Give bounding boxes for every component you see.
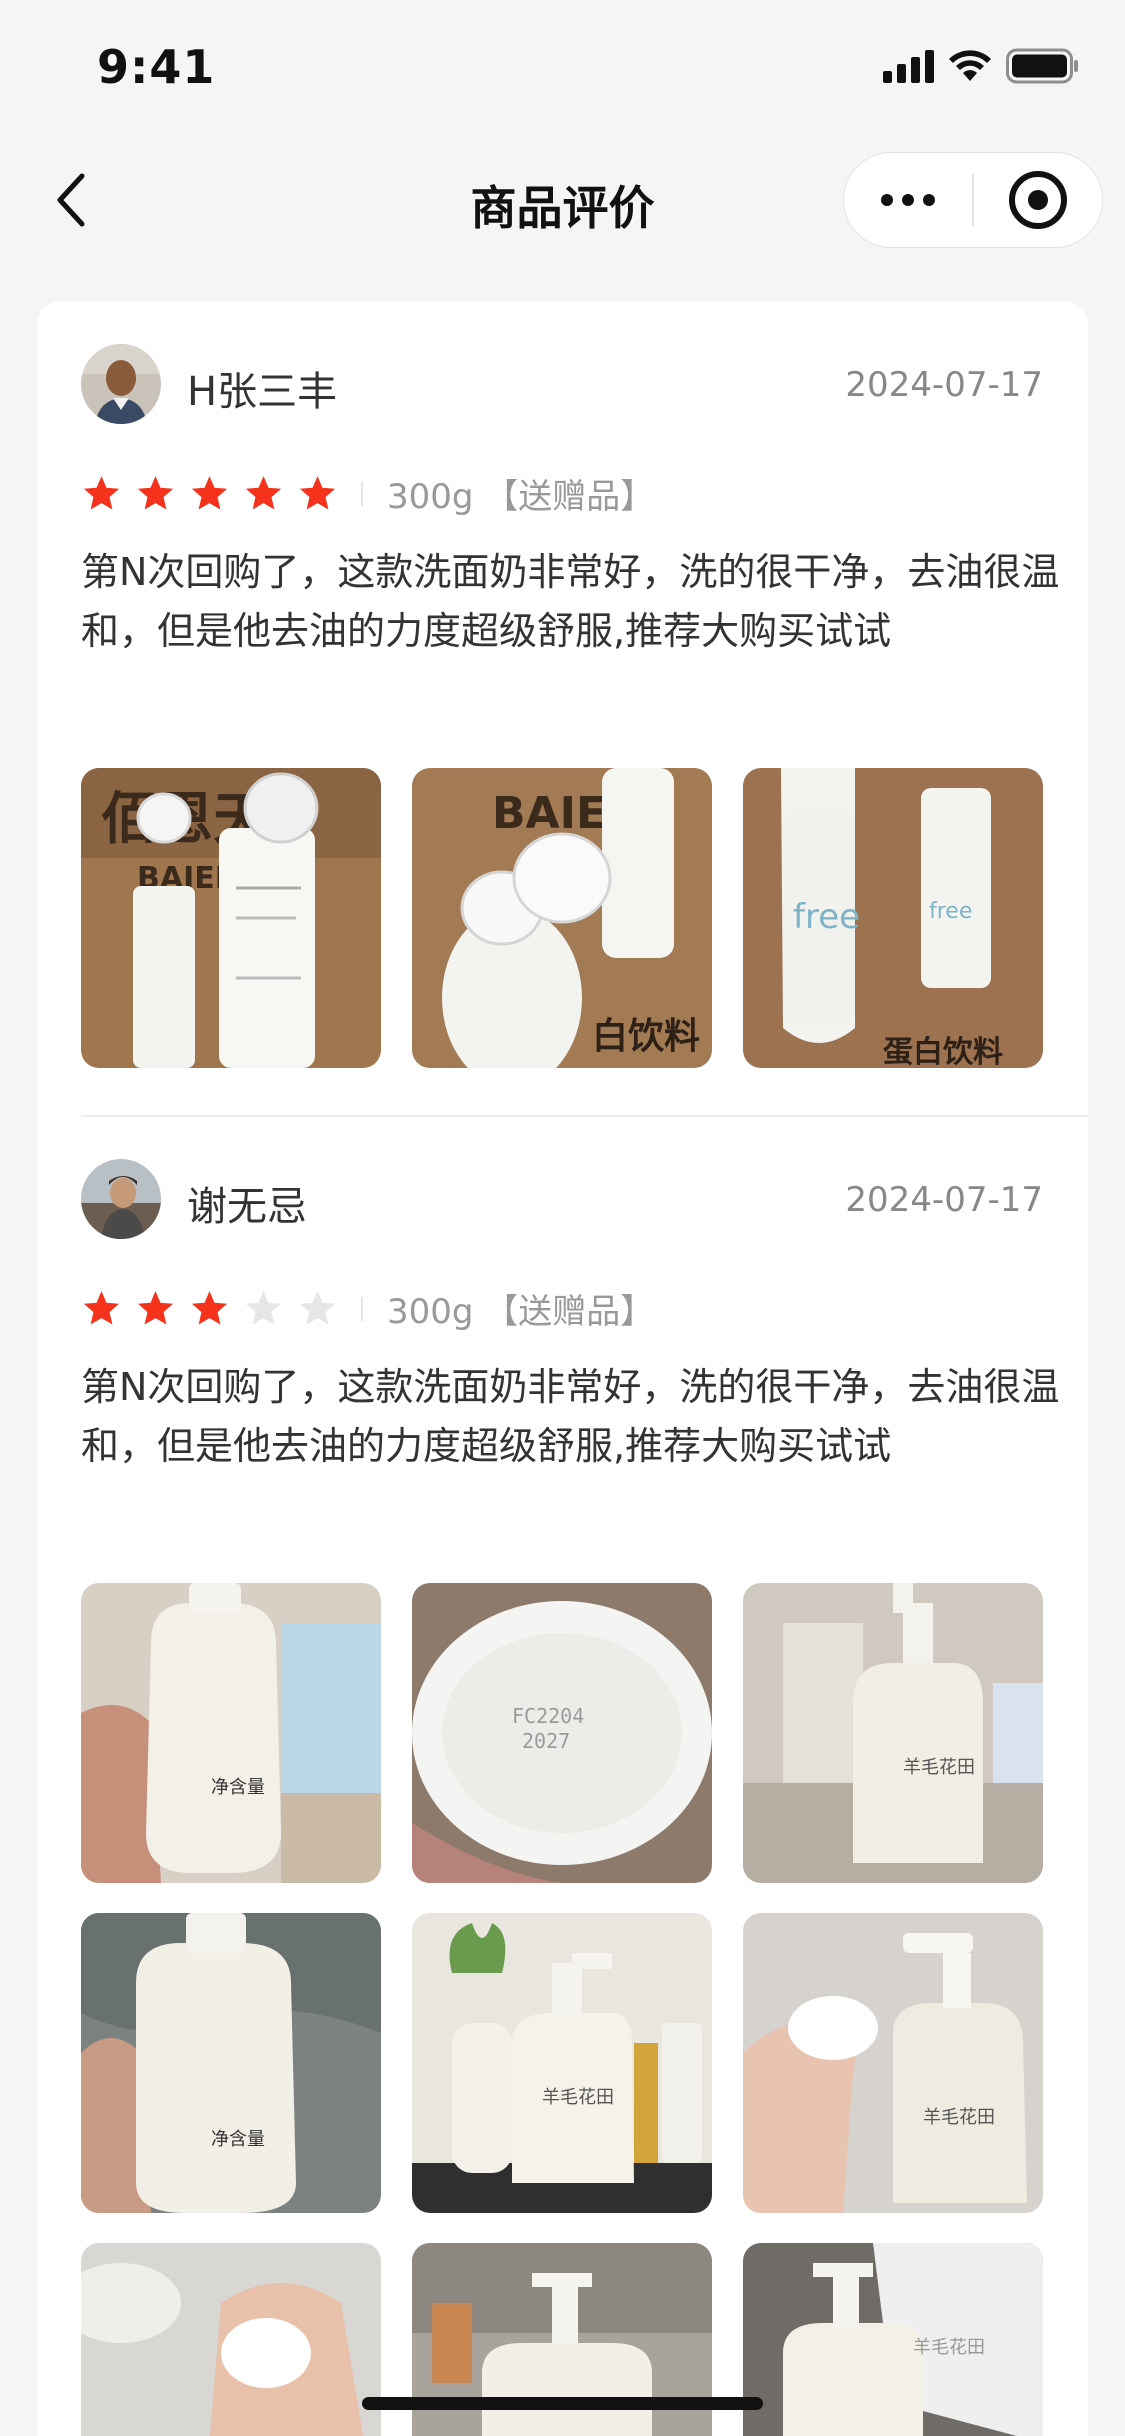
avatar — [81, 1159, 161, 1239]
review-date: 2024-07-17 — [845, 1180, 1043, 1220]
signal-icon — [883, 49, 934, 83]
mini-program-capsule — [843, 152, 1103, 248]
star-rating — [81, 1288, 338, 1329]
star-rating — [81, 473, 338, 514]
star-filled-icon — [191, 476, 228, 510]
more-dots-icon — [881, 194, 893, 206]
user-name: 谢无忌 — [187, 1184, 307, 1230]
review-text: 第N次回购了，这款洗面奶非常好，洗的很干净，去油很温和，但是他去油的力度超级舒服… — [81, 1365, 1060, 1468]
svg-text:羊毛花田: 羊毛花田 — [923, 2107, 995, 2128]
review-separator — [81, 1115, 1088, 1117]
svg-text:FC2204: FC2204 — [512, 1704, 584, 1728]
nav-bar: 商品评价 — [0, 140, 1125, 260]
svg-text:羊毛花田: 羊毛花田 — [913, 2337, 985, 2358]
review-date: 2024-07-17 — [845, 365, 1043, 405]
product-spec: 300g 【送赠品】 — [387, 477, 655, 517]
spec-divider — [361, 1297, 363, 1321]
more-button[interactable] — [844, 152, 972, 248]
star-filled-icon — [137, 1291, 174, 1325]
review-photo[interactable]: 净含量 — [81, 1583, 381, 1883]
review-photo[interactable]: BAIEN 白饮料 — [412, 768, 712, 1068]
spec-divider — [361, 482, 363, 506]
svg-text:净含量: 净含量 — [211, 2129, 265, 2150]
star-filled-icon — [191, 1291, 228, 1325]
product-spec: 300g 【送赠品】 — [387, 1292, 655, 1332]
review-photo[interactable]: 羊毛花田 — [743, 1583, 1043, 1883]
review-photo[interactable]: FC2204 2027 — [412, 1583, 712, 1883]
star-empty-icon — [299, 1291, 336, 1325]
review-text: 第N次回购了，这款洗面奶非常好，洗的很干净，去油很温和，但是他去油的力度超级舒服… — [81, 550, 1060, 653]
svg-text:free: free — [793, 897, 860, 937]
status-time: 9:41 — [97, 40, 216, 94]
svg-text:羊毛花田: 羊毛花田 — [903, 1757, 975, 1778]
review-photo[interactable]: 净含量 — [81, 1913, 381, 2213]
svg-text:蛋白饮料: 蛋白饮料 — [883, 1035, 1003, 1068]
svg-text:白饮料: 白饮料 — [592, 1016, 700, 1057]
reviews-screen: 9:41 商品评价 H张三丰 2024-07-17 300g 【送赠品】 第N次… — [0, 0, 1125, 2436]
wifi-icon — [948, 49, 992, 83]
home-indicator — [362, 2397, 763, 2410]
star-filled-icon — [299, 476, 336, 510]
review-photo[interactable]: 羊毛花田 — [743, 2243, 1043, 2436]
svg-text:羊毛花田: 羊毛花田 — [542, 2087, 614, 2108]
star-empty-icon — [245, 1291, 282, 1325]
star-filled-icon — [83, 1291, 120, 1325]
review-photo[interactable]: 羊毛花田 — [743, 1913, 1043, 2213]
close-button[interactable] — [974, 152, 1102, 248]
status-icons — [883, 46, 1080, 86]
target-close-icon — [1008, 171, 1067, 229]
user-name: H张三丰 — [187, 369, 338, 415]
review-photo[interactable]: 佰恩天 BAIEN — [81, 768, 381, 1068]
review-photo[interactable] — [81, 2243, 381, 2436]
status-bar: 9:41 — [0, 0, 1125, 132]
star-filled-icon — [83, 476, 120, 510]
review-photo[interactable]: 羊毛花田 — [412, 1913, 712, 2213]
review-photo[interactable]: free free 蛋白饮料 — [743, 768, 1043, 1068]
avatar — [81, 344, 161, 424]
svg-text:free: free — [929, 899, 972, 924]
reviews-card: H张三丰 2024-07-17 300g 【送赠品】 第N次回购了，这款洗面奶非… — [37, 301, 1088, 2436]
star-filled-icon — [137, 476, 174, 510]
svg-text:2027: 2027 — [522, 1729, 570, 1753]
svg-text:净含量: 净含量 — [211, 1777, 265, 1798]
battery-icon — [1006, 48, 1080, 84]
star-filled-icon — [245, 476, 282, 510]
